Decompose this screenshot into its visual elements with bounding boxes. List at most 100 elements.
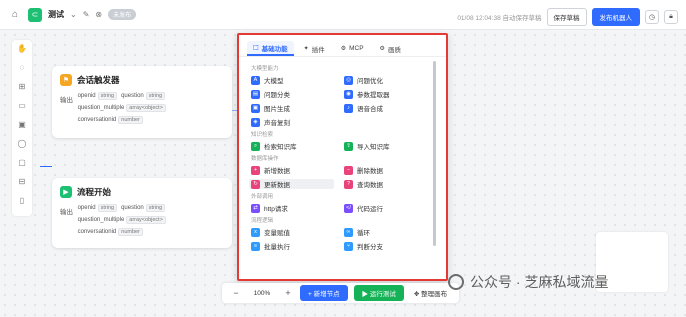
tab-canvas[interactable]: ⚙ 画质 (374, 41, 407, 56)
loop-icon: ∞ (344, 227, 353, 237)
tab-mcp[interactable]: ⚙ MCP (335, 41, 370, 56)
tab-plugins[interactable]: ✦ 插件 (298, 41, 331, 56)
node-item[interactable]: + 新增数据 (249, 165, 342, 175)
variables-icon[interactable]: ▣ (17, 120, 27, 130)
document-icon[interactable]: ▯ (17, 196, 27, 206)
section-title: 流程逻辑 (251, 218, 274, 224)
popup-tabs: ⬚ 基础功能 ✦ 插件 ⚙ MCP ⚙ 画质 (239, 35, 446, 57)
section-title: 数据库操作 (251, 156, 279, 162)
grid-icon[interactable]: ⊟ (17, 177, 27, 187)
info-icon[interactable]: ⊗ (95, 10, 102, 19)
connector-line (40, 166, 52, 167)
bottom-toolbar: − 100% + + 新增节点 ▶ 运行测试 ✥ 整理画布 (222, 283, 460, 303)
publish-button[interactable]: 发布机器人 (591, 8, 640, 26)
node-item[interactable]: </ 代码运行 (342, 203, 435, 213)
clock-icon[interactable]: ◷ (645, 10, 659, 24)
node-item[interactable]: ◈ 声音复刻 (249, 117, 342, 127)
save-draft-button[interactable]: 保存草稿 (546, 8, 587, 26)
node-grid: ⇄ http请求 </ 代码运行 (249, 203, 436, 213)
node-item-label: http请求 (264, 206, 288, 213)
node-item-label: 参数提取器 (357, 92, 390, 99)
node-flow-start[interactable]: ▶ 流程开始 输出 openid string question string qu… (52, 178, 232, 248)
node-item-label: 查询数据 (357, 182, 383, 189)
node-item[interactable]: ? 查询数据 (342, 179, 435, 189)
status-badge: 未发布 (108, 9, 137, 20)
arrange-canvas-button[interactable]: ✥ 整理画布 (410, 285, 451, 301)
monitor-icon[interactable]: ▢ (17, 158, 27, 168)
run-test-button[interactable]: ▶ 运行测试 (353, 285, 404, 301)
node-item[interactable]: A 大模型 (249, 75, 342, 85)
node-item[interactable]: ⇪ 导入知识库 (342, 141, 435, 151)
node-item[interactable]: ▤ 问题分类 (249, 89, 342, 99)
extract-icon: ◉ (344, 89, 353, 99)
node-item[interactable]: ↻ 更新数据 (249, 179, 334, 189)
node-item[interactable]: ♪ 语音合成 (342, 103, 435, 113)
popup-scrollbar[interactable] (433, 61, 436, 246)
zoom-out-button[interactable]: − (230, 288, 242, 298)
chat-icon[interactable]: ◯ (17, 139, 27, 149)
tab-basic[interactable]: ⬚ 基础功能 (247, 41, 294, 56)
node-session-trigger[interactable]: ⚑ 会话触发器 输出 openid string question string q… (52, 66, 232, 138)
node-item-label: 变量赋值 (264, 230, 290, 237)
cube-icon: ⬚ (253, 45, 259, 51)
watermark: 公众号 · 芝麻私域流量 (448, 272, 608, 292)
code-icon: </ (344, 203, 353, 213)
image-icon: ▣ (251, 103, 260, 113)
node-item[interactable]: ∞ 循环 (342, 227, 435, 237)
node-item[interactable]: ≡ 批量执行 (249, 241, 342, 251)
classify-icon: ▤ (251, 89, 260, 99)
node-item-label: 代码运行 (357, 206, 383, 213)
ai-icon: A (251, 75, 260, 85)
node-title: 会话触发器 (77, 75, 120, 85)
card-icon[interactable]: ▭ (17, 101, 27, 111)
autosave-status: 01/08 12:04:38 自动保存草稿 (457, 15, 542, 22)
node-item[interactable]: x 变量赋值 (249, 227, 342, 237)
node-item-label: 声音复刻 (264, 120, 290, 127)
variable-icon: x (251, 227, 260, 237)
add-node-button[interactable]: + 新增节点 (300, 285, 348, 301)
node-item[interactable]: ▣ 图片生成 (249, 103, 342, 113)
output-label: 输出 (60, 97, 73, 104)
node-item[interactable]: ⌕ 检索知识库 (249, 141, 342, 151)
import-kb-icon: ⇪ (344, 141, 353, 151)
node-grid: x 变量赋值 ∞ 循环 ≡ 批量执行 ⑂ 判断分支 (249, 227, 436, 251)
start-icon: ▶ (60, 186, 72, 198)
watermark-text: 公众号 · 芝麻私域流量 (470, 274, 609, 290)
chevron-down-icon[interactable]: ⌄ (70, 10, 77, 19)
node-item-label: 判断分支 (357, 244, 383, 251)
edit-icon[interactable]: ✎ (83, 10, 90, 19)
layers-icon[interactable]: ⊞ (17, 82, 27, 92)
popup-node-list: 大模型能力 A 大模型 ◎ 问题优化 ▤ 问题分类 ◉ 参数提取器 ▣ 图片生成 ♪ 语音合成 ◈ 声音复刻… (239, 57, 446, 257)
node-title: 流程开始 (77, 187, 112, 197)
home-icon[interactable]: ⌂ (12, 9, 22, 20)
section-title: 知识检索 (251, 132, 274, 138)
node-item[interactable]: ◎ 问题优化 (342, 75, 435, 85)
node-item[interactable]: ⑂ 判断分支 (342, 241, 435, 251)
node-item[interactable]: ⇄ http请求 (249, 203, 342, 213)
batch-icon: ≡ (251, 241, 260, 251)
node-item-label: 问题分类 (264, 92, 290, 99)
app-title[interactable]: 测试 (48, 9, 64, 20)
node-item-label: 语音合成 (357, 106, 383, 113)
node-item[interactable]: − 删除数据 (342, 165, 435, 175)
node-item-label: 删除数据 (357, 168, 383, 175)
branch-icon: ⑂ (344, 241, 353, 251)
node-item-label: 图片生成 (264, 106, 290, 113)
pointer-icon[interactable]: ✋ (17, 44, 27, 54)
node-grid: ⌕ 检索知识库 ⇪ 导入知识库 (249, 141, 436, 151)
mcp-icon: ⚙ (340, 46, 347, 52)
lock-icon[interactable]: 🔒︎ (664, 10, 678, 24)
voice-icon: ♪ (344, 103, 353, 113)
node-item-label: 问题优化 (357, 78, 383, 85)
node-item[interactable]: ◉ 参数提取器 (342, 89, 435, 99)
output-label: 输出 (60, 209, 73, 216)
wechat-icon (448, 274, 464, 290)
node-item-label: 批量执行 (264, 244, 290, 251)
node-item-label: 导入知识库 (357, 144, 390, 151)
node-grid: + 新增数据 − 删除数据 ↻ 更新数据 ? 查询数据 (249, 165, 436, 189)
comment-icon[interactable]: ◌ (17, 63, 27, 73)
zoom-in-button[interactable]: + (282, 288, 294, 298)
search-kb-icon: ⌕ (251, 141, 260, 151)
output-var: question string (121, 204, 166, 212)
output-var: openid string (78, 92, 118, 100)
